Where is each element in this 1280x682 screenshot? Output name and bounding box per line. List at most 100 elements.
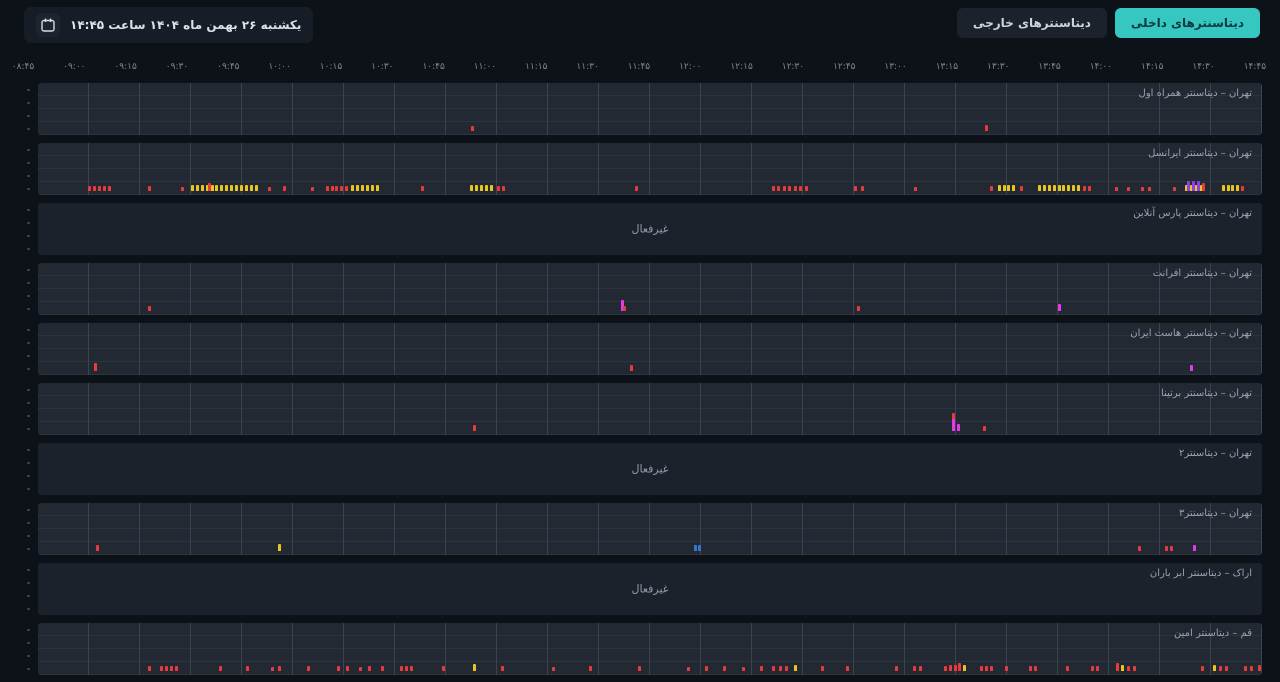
event-spike[interactable]: [1141, 187, 1144, 191]
event-spike[interactable]: [1121, 665, 1124, 671]
event-spike[interactable]: [219, 666, 222, 671]
event-spike[interactable]: [779, 666, 782, 671]
event-spike[interactable]: [1193, 545, 1196, 551]
event-spike[interactable]: [1250, 666, 1253, 671]
event-spike[interactable]: [694, 545, 697, 551]
event-spike[interactable]: [742, 667, 745, 671]
event-spike[interactable]: [1170, 546, 1173, 551]
event-spike[interactable]: [630, 365, 633, 371]
event-spike[interactable]: [1241, 186, 1244, 191]
event-spike[interactable]: [1197, 181, 1200, 191]
event-spike[interactable]: [175, 666, 178, 671]
tab-domestic-datacenters[interactable]: دیتاسنترهای داخلی: [1115, 8, 1260, 38]
event-spike[interactable]: [1053, 185, 1056, 191]
event-spike[interactable]: [914, 187, 917, 191]
event-spike[interactable]: [278, 666, 281, 671]
event-spike[interactable]: [821, 666, 824, 671]
timeline-chart[interactable]: قم – دیتاسنتر امین: [38, 623, 1262, 675]
event-spike[interactable]: [311, 187, 314, 191]
event-spike[interactable]: [1091, 666, 1094, 671]
event-spike[interactable]: [1038, 185, 1041, 191]
event-spike[interactable]: [1012, 185, 1015, 191]
timeline-chart[interactable]: تهران – دیتاسنتر ایرانسل: [38, 143, 1262, 195]
event-spike[interactable]: [470, 185, 473, 191]
event-spike[interactable]: [93, 186, 96, 191]
event-spike[interactable]: [913, 666, 916, 671]
event-spike[interactable]: [705, 666, 708, 671]
event-spike[interactable]: [181, 187, 184, 191]
event-spike[interactable]: [103, 186, 106, 191]
event-spike[interactable]: [400, 666, 403, 671]
event-spike[interactable]: [381, 666, 384, 671]
event-spike[interactable]: [861, 186, 864, 191]
event-spike[interactable]: [1231, 185, 1234, 191]
event-spike[interactable]: [148, 306, 151, 311]
event-spike[interactable]: [376, 185, 379, 191]
event-spike[interactable]: [1048, 185, 1051, 191]
event-spike[interactable]: [723, 666, 726, 671]
event-spike[interactable]: [949, 665, 952, 671]
event-spike[interactable]: [783, 186, 786, 191]
event-spike[interactable]: [108, 186, 111, 191]
event-spike[interactable]: [94, 363, 97, 371]
event-spike[interactable]: [1029, 666, 1032, 671]
timeline-chart[interactable]: تهران – دیتاسنتر۳: [38, 503, 1262, 555]
event-spike[interactable]: [245, 185, 248, 191]
timeline-chart[interactable]: تهران – دیتاسنتر همراه اول: [38, 83, 1262, 135]
event-spike[interactable]: [990, 186, 993, 191]
event-spike[interactable]: [1244, 666, 1247, 671]
event-spike[interactable]: [1236, 185, 1239, 191]
event-spike[interactable]: [502, 186, 505, 191]
event-spike[interactable]: [160, 666, 163, 671]
event-spike[interactable]: [361, 185, 364, 191]
event-spike[interactable]: [1190, 365, 1193, 371]
event-spike[interactable]: [366, 185, 369, 191]
event-spike[interactable]: [351, 185, 354, 191]
event-spike[interactable]: [760, 666, 763, 671]
event-spike[interactable]: [1007, 185, 1010, 191]
event-spike[interactable]: [250, 185, 253, 191]
event-spike[interactable]: [1192, 181, 1195, 191]
event-spike[interactable]: [410, 666, 413, 671]
event-spike[interactable]: [442, 666, 445, 671]
event-spike[interactable]: [1173, 187, 1176, 191]
event-spike[interactable]: [196, 185, 199, 191]
event-spike[interactable]: [1165, 546, 1168, 551]
event-spike[interactable]: [485, 185, 488, 191]
event-spike[interactable]: [777, 186, 780, 191]
event-spike[interactable]: [220, 185, 223, 191]
tab-foreign-datacenters[interactable]: دیتاسنترهای خارجی: [957, 8, 1107, 38]
event-spike[interactable]: [191, 185, 194, 191]
event-spike[interactable]: [283, 186, 286, 191]
event-spike[interactable]: [88, 186, 91, 191]
event-spike[interactable]: [638, 666, 641, 671]
event-spike[interactable]: [340, 186, 343, 191]
event-spike[interactable]: [998, 185, 1001, 191]
event-spike[interactable]: [165, 666, 168, 671]
event-spike[interactable]: [1058, 185, 1061, 191]
event-spike[interactable]: [345, 186, 348, 191]
event-spike[interactable]: [96, 545, 99, 551]
event-spike[interactable]: [148, 186, 151, 191]
event-spike[interactable]: [552, 667, 555, 671]
event-spike[interactable]: [170, 666, 173, 671]
event-spike[interactable]: [788, 186, 791, 191]
event-spike[interactable]: [1003, 185, 1006, 191]
event-spike[interactable]: [201, 185, 204, 191]
event-spike[interactable]: [1062, 185, 1065, 191]
event-spike[interactable]: [1058, 304, 1061, 311]
event-spike[interactable]: [985, 125, 988, 131]
event-spike[interactable]: [846, 666, 849, 671]
event-spike[interactable]: [589, 666, 592, 671]
event-spike[interactable]: [980, 666, 983, 671]
event-spike[interactable]: [1258, 665, 1261, 671]
event-spike[interactable]: [990, 666, 993, 671]
event-spike[interactable]: [1201, 666, 1204, 671]
event-spike[interactable]: [687, 667, 690, 671]
event-spike[interactable]: [944, 666, 947, 671]
event-spike[interactable]: [1127, 666, 1130, 671]
event-spike[interactable]: [954, 665, 957, 671]
event-spike[interactable]: [963, 665, 966, 671]
event-spike[interactable]: [1222, 185, 1225, 191]
event-spike[interactable]: [1148, 187, 1151, 191]
